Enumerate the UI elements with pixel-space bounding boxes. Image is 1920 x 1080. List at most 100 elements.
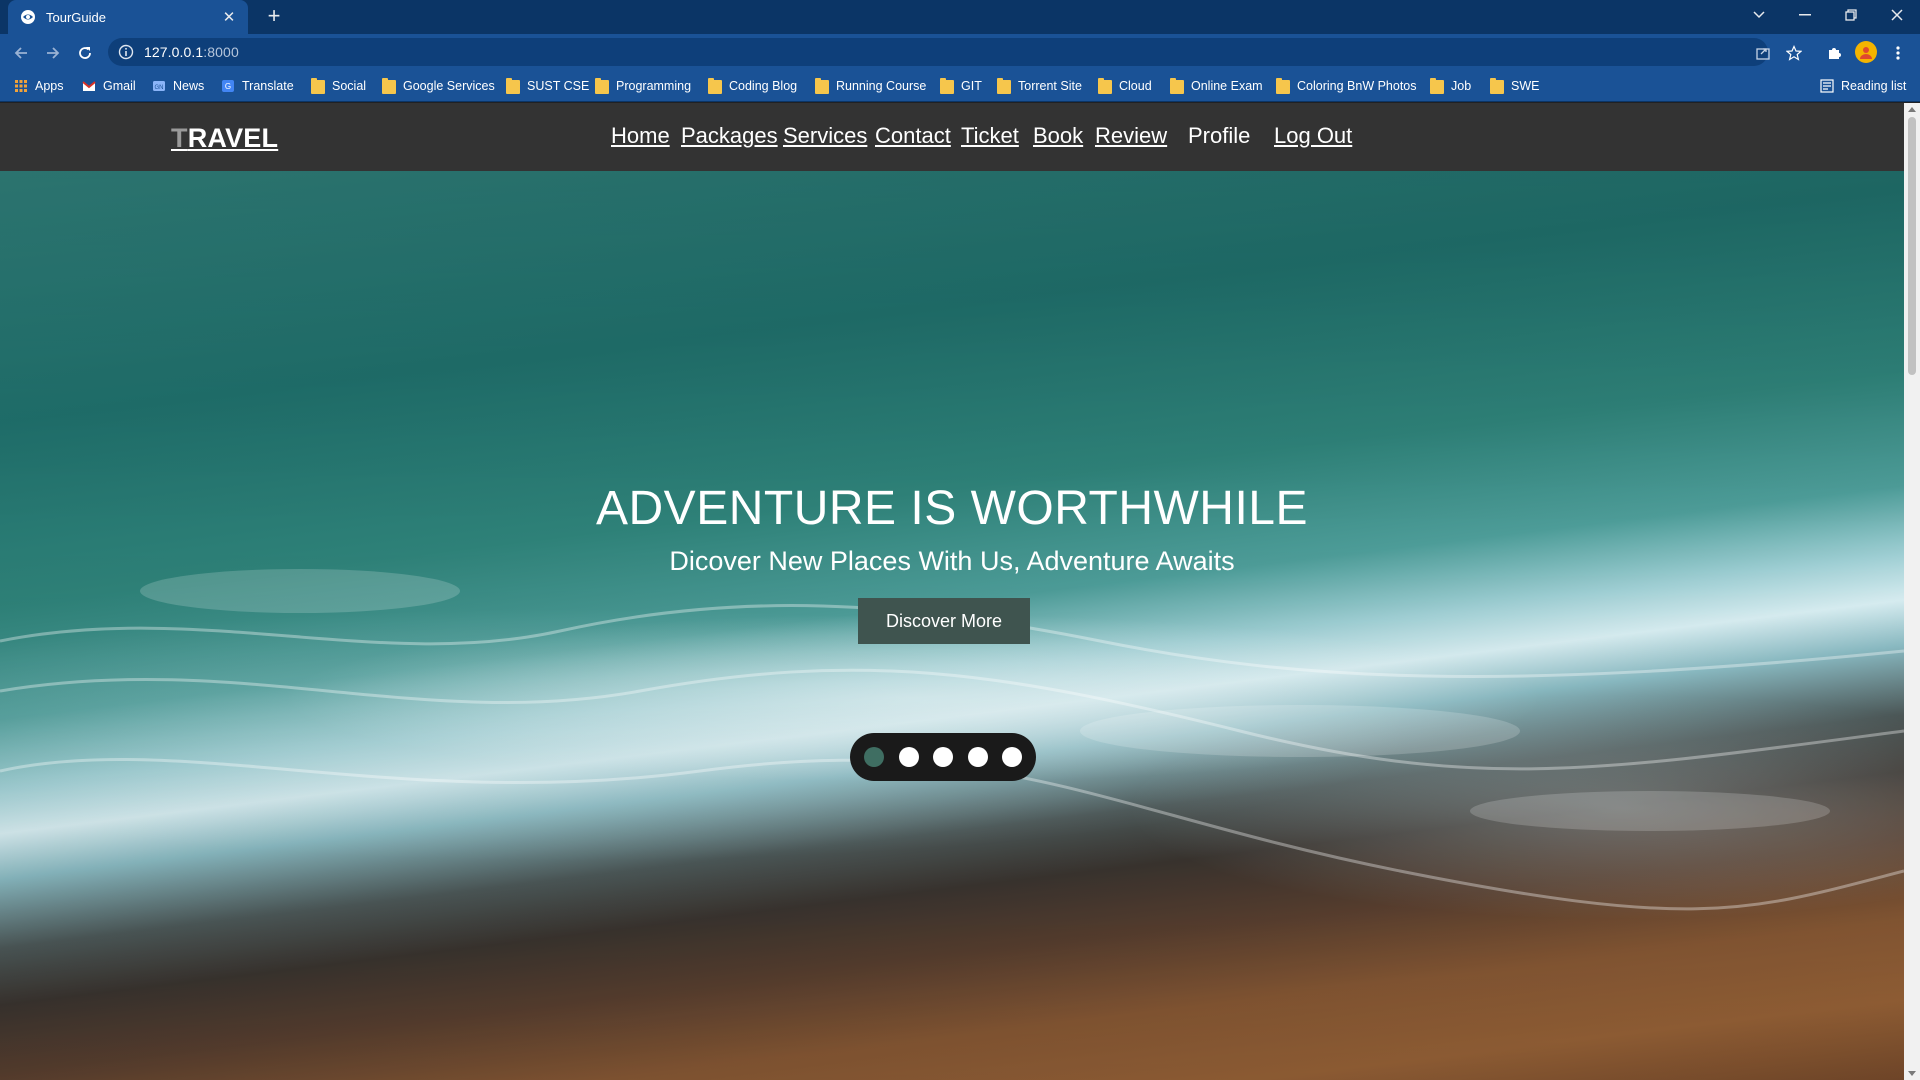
bookmark-coding-blog[interactable]: Coding Blog <box>708 77 797 95</box>
bookmark-programming[interactable]: Programming <box>595 77 691 95</box>
bookmark-label: Translate <box>242 79 294 93</box>
bookmark-label: Gmail <box>103 79 136 93</box>
share-icon[interactable] <box>1752 42 1774 64</box>
bookmark-label: Torrent Site <box>1018 79 1082 93</box>
reading-list-icon <box>1820 79 1834 93</box>
site-logo[interactable]: TRAVEL <box>171 123 278 154</box>
folder-icon <box>997 78 1011 94</box>
news-icon: GN <box>153 81 165 91</box>
bookmark-label: Social <box>332 79 367 93</box>
slider-pagination <box>850 733 1036 781</box>
discover-more-button[interactable]: Discover More <box>858 598 1030 644</box>
minimize-icon[interactable] <box>1782 0 1828 30</box>
slide-dot-3[interactable] <box>933 747 953 767</box>
bookmark-apps[interactable]: Apps <box>14 77 64 95</box>
bookmark-label: Programming <box>616 79 692 93</box>
bookmark-label: Coloring BnW Photos <box>1297 79 1417 93</box>
nav-ticket[interactable]: Ticket <box>961 123 1019 149</box>
bookmark-label: Online Exam <box>1191 79 1263 93</box>
folder-icon <box>595 78 609 94</box>
nav-packages[interactable]: Packages <box>681 123 778 149</box>
apps-grid-icon <box>15 80 27 92</box>
reload-icon[interactable] <box>72 40 98 66</box>
scroll-up-arrow-icon[interactable] <box>1908 107 1916 112</box>
nav-book[interactable]: Book <box>1033 123 1083 149</box>
bookmark-label: Apps <box>35 79 64 93</box>
bookmark-cloud[interactable]: Cloud <box>1098 77 1152 95</box>
url-text: 127.0.0.1:8000 <box>144 44 239 60</box>
bookmark-git[interactable]: GIT <box>940 77 982 95</box>
gmail-icon <box>82 81 96 91</box>
bookmark-label: Job <box>1451 79 1472 93</box>
forward-arrow-icon[interactable] <box>40 40 66 66</box>
back-arrow-icon[interactable] <box>8 40 34 66</box>
hero-title: ADVENTURE IS WORTHWHILE <box>596 482 1308 535</box>
bookmark-google-services[interactable]: Google Services <box>382 77 495 95</box>
bookmark-star-icon[interactable] <box>1783 42 1805 64</box>
folder-icon <box>1490 78 1504 94</box>
bookmark-job[interactable]: Job <box>1430 77 1471 95</box>
address-bar[interactable]: 127.0.0.1:8000 <box>108 38 1768 66</box>
svg-text:GN: GN <box>155 85 164 91</box>
tab-tourguide[interactable]: TourGuide ✕ <box>8 0 248 34</box>
scroll-thumb[interactable] <box>1908 117 1916 375</box>
bookmark-running-course[interactable]: Running Course <box>815 77 926 95</box>
profile-avatar[interactable] <box>1855 41 1877 63</box>
folder-icon <box>1098 78 1112 94</box>
bookmark-label: Google Services <box>403 79 495 93</box>
folder-icon <box>506 78 520 94</box>
bookmark-label: Running Course <box>836 79 927 93</box>
tab-title: TourGuide <box>46 9 106 25</box>
bookmark-label: Cloud <box>1119 79 1152 93</box>
bookmark-torrent-site[interactable]: Torrent Site <box>997 77 1082 95</box>
hero-banner: ADVENTURE IS WORTHWHILE Dicover New Plac… <box>0 171 1904 1080</box>
slide-dot-2[interactable] <box>898 747 919 767</box>
folder-icon <box>1430 78 1444 94</box>
bookmark-label: SUST CSE <box>527 79 590 93</box>
bookmark-label: News <box>173 79 205 93</box>
bookmark-translate[interactable]: G Translate <box>221 77 294 95</box>
bookmark-label: Coding Blog <box>729 79 798 93</box>
bookmark-online-exam[interactable]: Online Exam <box>1170 77 1263 95</box>
nav-contact[interactable]: Contact <box>875 123 951 149</box>
bookmark-social[interactable]: Social <box>311 77 366 95</box>
bookmark-news[interactable]: GN News <box>152 77 204 95</box>
bookmark-label: GIT <box>961 79 982 93</box>
folder-icon <box>815 78 829 94</box>
slide-dot-1[interactable] <box>864 747 884 767</box>
close-window-icon[interactable] <box>1874 0 1920 30</box>
new-tab-button[interactable]: + <box>260 4 288 30</box>
tab-search-icon[interactable] <box>1736 0 1782 30</box>
page-scrollbar[interactable] <box>1904 103 1920 1080</box>
tab-strip: TourGuide ✕ + <box>0 0 1920 34</box>
nav-review[interactable]: Review <box>1095 123 1167 149</box>
folder-icon <box>1276 78 1290 94</box>
svg-text:G: G <box>225 82 231 91</box>
extensions-puzzle-icon[interactable] <box>1823 42 1845 64</box>
bookmark-sust-cse[interactable]: SUST CSE <box>506 77 589 95</box>
nav-log-out[interactable]: Log Out <box>1274 123 1352 149</box>
nav-home[interactable]: Home <box>611 123 670 149</box>
nav-profile[interactable]: Profile <box>1188 123 1250 149</box>
nav-services[interactable]: Services <box>783 123 867 149</box>
reading-list-button[interactable]: Reading list <box>1820 77 1906 95</box>
translate-icon: G <box>222 80 234 92</box>
bookmark-label: SWE <box>1511 79 1540 93</box>
slide-dot-4[interactable] <box>967 747 988 767</box>
web-page: TRAVEL Home Packages Services Contact Ti… <box>0 103 1904 1080</box>
globe-icon <box>21 10 35 24</box>
site-info-icon[interactable] <box>118 44 134 60</box>
folder-icon <box>1170 78 1184 94</box>
scroll-down-arrow-icon[interactable] <box>1908 1071 1916 1076</box>
browser-toolbar: 127.0.0.1:8000 <box>0 34 1920 70</box>
close-tab-icon[interactable]: ✕ <box>220 8 238 26</box>
bookmark-swe[interactable]: SWE <box>1490 77 1539 95</box>
folder-icon <box>940 78 954 94</box>
bookmark-coloring-bnw-photos[interactable]: Coloring BnW Photos <box>1276 77 1417 95</box>
slide-dot-5[interactable] <box>1002 747 1022 767</box>
more-menu-icon[interactable] <box>1887 42 1909 64</box>
bookmarks-bar: Reading list Apps Gmail GN News G Translate So… <box>0 70 1920 102</box>
folder-icon <box>708 78 722 94</box>
bookmark-gmail[interactable]: Gmail <box>82 77 136 95</box>
restore-icon[interactable] <box>1828 0 1874 30</box>
